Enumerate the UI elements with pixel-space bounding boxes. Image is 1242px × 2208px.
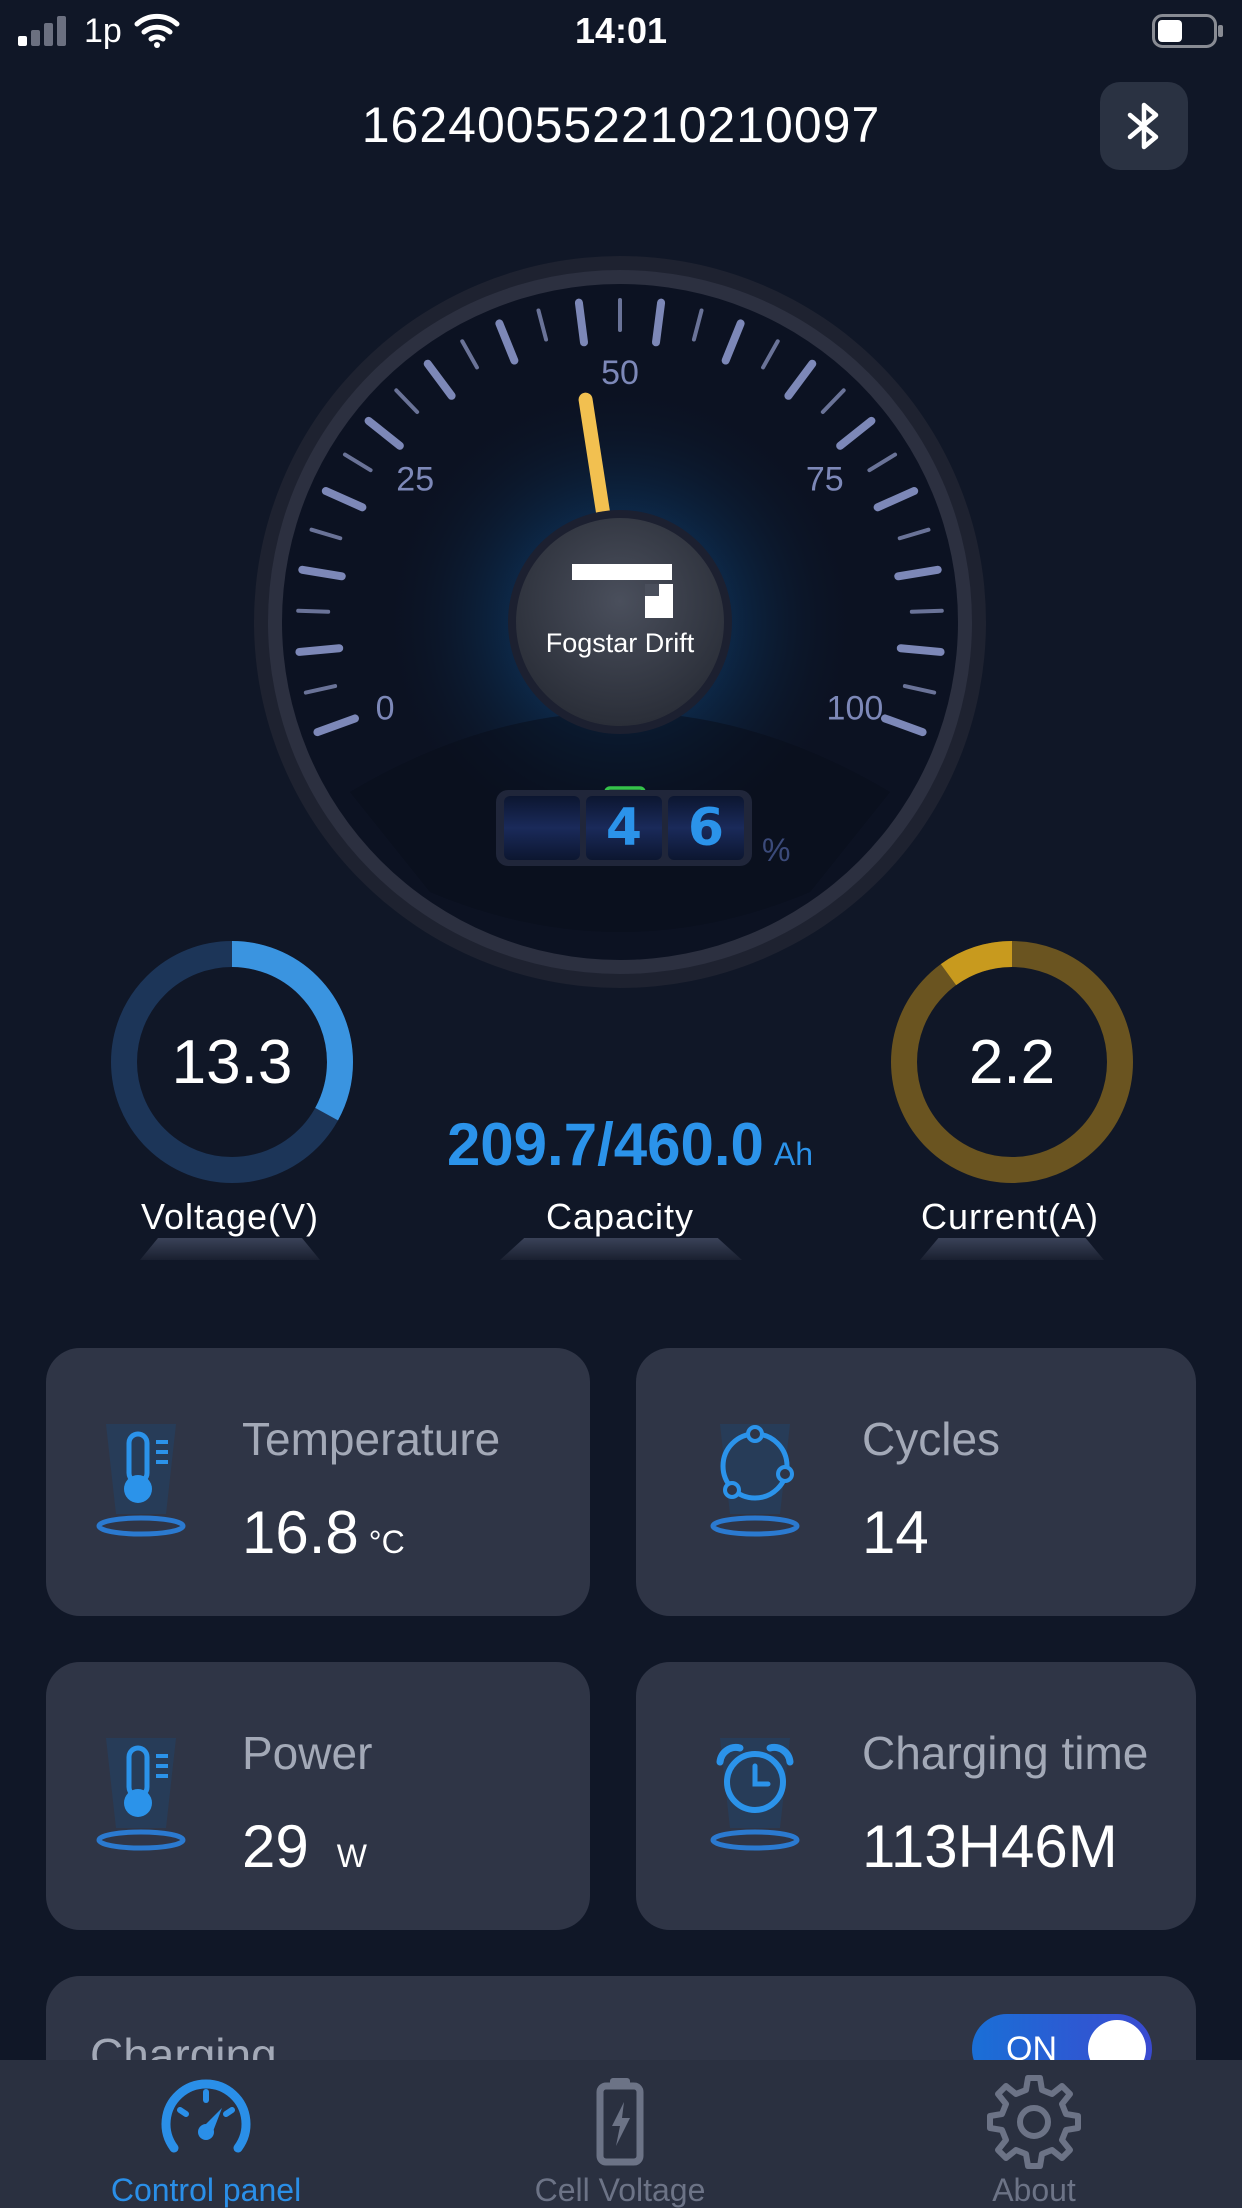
battery-icon xyxy=(596,2078,644,2166)
current-pedestal xyxy=(920,1238,1104,1260)
voltage-value: 13.3 xyxy=(171,1027,293,1097)
gauge-tick xyxy=(295,644,344,656)
voltage-pedestal xyxy=(140,1238,320,1260)
tab-cell-voltage[interactable]: Cell Voltage xyxy=(470,2060,770,2208)
charging-time-value: 113H46M xyxy=(862,1813,1118,1880)
gauge-tick-label: 75 xyxy=(806,461,844,499)
capacity-value: 209.7/460.0 Ah xyxy=(380,1110,880,1179)
speedometer-icon xyxy=(161,2079,251,2153)
battery-status-icon xyxy=(1152,14,1223,48)
soc-readout: 4 6 xyxy=(496,790,752,866)
power-readout: 29 W xyxy=(242,1812,367,1881)
temperature-card: Temperature 16.8 °C xyxy=(46,1348,590,1616)
power-card: Power 29 W xyxy=(46,1662,590,1930)
temperature-value: 16.8 xyxy=(242,1499,359,1566)
device-id-title: 16240055221021009​7 xyxy=(361,97,881,153)
gauge-tick xyxy=(574,298,589,347)
cycles-title: Cycles xyxy=(862,1413,1001,1465)
power-value: 29 xyxy=(242,1813,309,1880)
power-unit: W xyxy=(336,1838,367,1874)
gauge-tick xyxy=(909,608,944,614)
gauge-tick-label: 0 xyxy=(376,690,395,728)
status-bar: 1p 14:01 xyxy=(0,0,1242,62)
power-title: Power xyxy=(242,1727,373,1779)
current-value: 2.2 xyxy=(968,1027,1056,1097)
alarm-clock-icon xyxy=(710,1738,800,1851)
tab-label: About xyxy=(992,2172,1076,2208)
soc-digit: 4 xyxy=(586,796,662,860)
tab-label: Cell Voltage xyxy=(534,2172,706,2208)
tab-about[interactable]: About xyxy=(884,2060,1184,2208)
gauge-tick xyxy=(651,298,666,347)
cycles-value: 14 xyxy=(862,1499,929,1566)
tab-label: Control panel xyxy=(110,2172,302,2208)
soc-gauge: 0 25 50 75 100 xyxy=(254,256,986,988)
thermometer-icon xyxy=(96,1424,186,1537)
capacity-unit: Ah xyxy=(773,1136,814,1172)
cycle-icon xyxy=(710,1424,800,1537)
clock: 14:01 xyxy=(574,10,668,51)
temperature-title: Temperature xyxy=(242,1413,501,1465)
tab-control-panel[interactable]: Control panel xyxy=(56,2060,356,2208)
gauge-tick-label: 25 xyxy=(396,461,434,499)
gauge-tick xyxy=(896,644,945,656)
temperature-unit: °C xyxy=(368,1524,405,1560)
gauge-tick-label: 100 xyxy=(827,690,884,728)
capacity-number: 209.7/460.0 xyxy=(446,1111,764,1178)
gauge-tick xyxy=(296,608,331,614)
soc-unit: % xyxy=(762,832,791,868)
bluetooth-icon xyxy=(1127,102,1159,150)
gear-icon xyxy=(987,2075,1081,2169)
gauge-brand-label: Fogstar Drift xyxy=(545,628,695,658)
temperature-readout: 16.8 °C xyxy=(242,1498,405,1567)
tab-bar: Control panel Cell Voltage About xyxy=(0,2060,1242,2208)
capacity-label: Capacity xyxy=(545,1196,695,1237)
charging-time-card: Charging time 113H46M xyxy=(636,1662,1196,1930)
charging-time-title: Charging time xyxy=(862,1727,1149,1779)
voltage-label: Voltage(V) xyxy=(140,1196,320,1237)
thermometer-icon xyxy=(96,1738,186,1851)
bluetooth-button[interactable] xyxy=(1100,82,1188,170)
capacity-pedestal xyxy=(500,1238,742,1260)
current-label: Current(A) xyxy=(920,1196,1100,1237)
gauge-tick-label: 50 xyxy=(601,354,639,392)
cycles-card: Cycles 14 xyxy=(636,1348,1196,1616)
soc-digit: 6 xyxy=(668,796,744,860)
soc-digit xyxy=(504,796,580,860)
